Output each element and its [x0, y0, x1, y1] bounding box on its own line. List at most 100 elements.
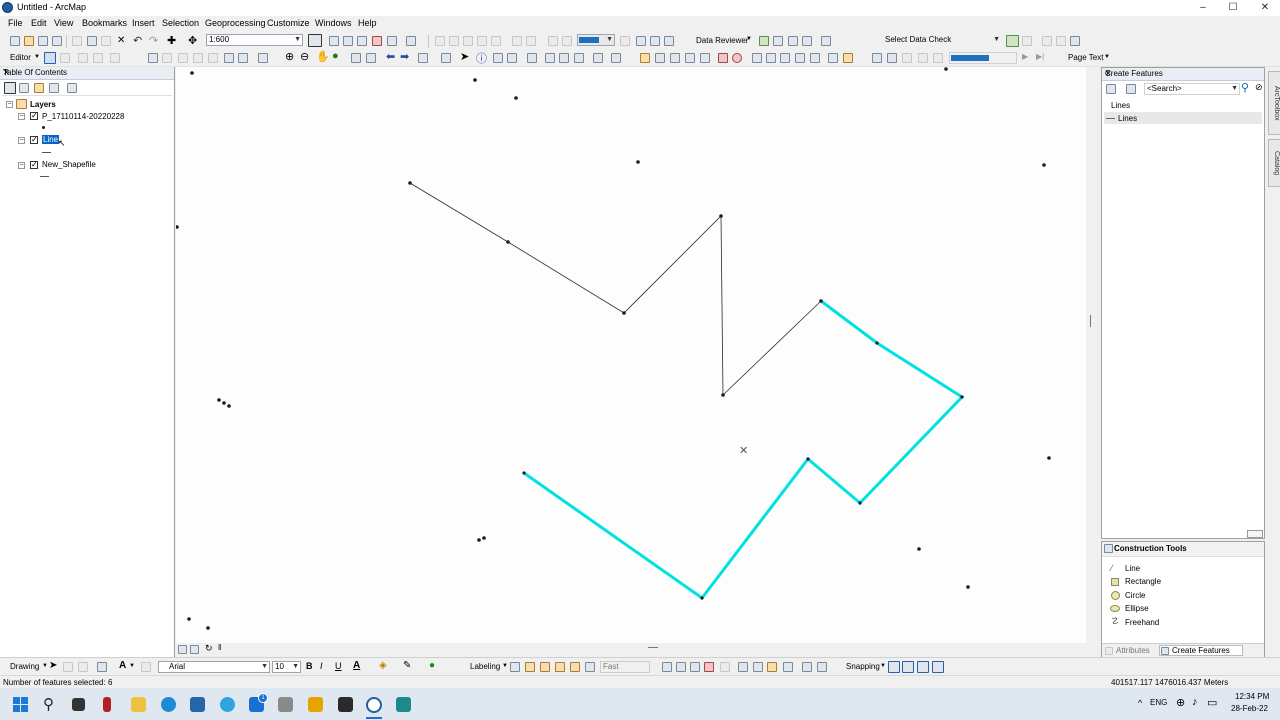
layout-zoom-combo[interactable]	[949, 52, 1017, 64]
search-icon[interactable]: ⚲	[43, 695, 54, 713]
font-size-combo[interactable]: 10 ▼	[272, 661, 301, 673]
toc-layer-new-shapefile[interactable]: New_Shapefile	[42, 160, 96, 169]
run-check-icon[interactable]	[1006, 35, 1019, 47]
find-route-icon[interactable]	[559, 53, 569, 63]
tool-line[interactable]: Line	[1125, 564, 1140, 573]
georef-tool-1-icon[interactable]	[662, 662, 672, 672]
point-feature[interactable]	[473, 78, 477, 82]
menu-windows[interactable]: Windows	[315, 18, 352, 28]
catalog-window-icon[interactable]	[357, 36, 367, 46]
underline-button[interactable]: U	[335, 661, 342, 671]
print-icon[interactable]	[52, 36, 62, 46]
geo-tool-5-icon[interactable]	[491, 36, 501, 46]
reviewer-tool-1-icon[interactable]	[759, 36, 769, 46]
point-feature[interactable]	[206, 626, 210, 630]
georef-tool-11-icon[interactable]	[817, 662, 827, 672]
language-indicator[interactable]: ENG	[1150, 698, 1167, 707]
topology-tool-13-icon[interactable]	[828, 53, 838, 63]
list-by-drawing-order-icon[interactable]	[4, 82, 16, 94]
reshape-icon[interactable]	[162, 53, 172, 63]
layout-tool-4-icon[interactable]	[918, 53, 928, 63]
rotate-element-icon[interactable]	[63, 662, 73, 672]
topology-tool-3-icon[interactable]	[670, 53, 680, 63]
split-icon[interactable]	[193, 53, 203, 63]
georef-tool-3-icon[interactable]	[690, 662, 700, 672]
topology-tool-8-icon[interactable]	[752, 53, 762, 63]
full-extent-icon[interactable]: ●	[332, 50, 339, 62]
clear-selection-icon[interactable]	[441, 53, 451, 63]
identify-icon[interactable]	[329, 36, 339, 46]
clock-date[interactable]: 28-Feb-22	[1231, 704, 1268, 713]
map-canvas[interactable]: ✕	[175, 67, 1086, 643]
topology-tool-12-icon[interactable]	[810, 53, 820, 63]
georef-tool-5-icon[interactable]	[720, 662, 730, 672]
drawing-menu-button[interactable]: Drawing	[10, 662, 39, 671]
telegram-icon[interactable]	[220, 697, 235, 712]
editor-menu-button[interactable]: Editor	[10, 53, 31, 62]
toc-options-icon[interactable]	[67, 83, 77, 93]
layer-visibility-checkbox[interactable]: ✓	[30, 136, 38, 144]
geo-tool-10-icon[interactable]	[620, 36, 630, 46]
geo-tool-1-icon[interactable]	[435, 36, 445, 46]
html-popup-icon[interactable]	[507, 53, 517, 63]
map-scale-combo[interactable]: 1:600 ▼	[206, 34, 303, 46]
layer-collapse-icon[interactable]: −	[18, 162, 25, 169]
cut-icon[interactable]	[72, 36, 82, 46]
topology-tool-9-icon[interactable]	[766, 53, 776, 63]
copy-icon[interactable]	[87, 36, 97, 46]
edge-snapping-icon[interactable]	[932, 661, 944, 673]
fixed-zoom-in-icon[interactable]	[351, 53, 361, 63]
topology-tool-2-icon[interactable]	[655, 53, 665, 63]
label-quality-combo[interactable]: Fast	[600, 661, 650, 673]
layout-tool-3-icon[interactable]	[902, 53, 912, 63]
panel-layout-toggle-icon[interactable]	[1247, 530, 1263, 538]
menu-help[interactable]: Help	[358, 18, 377, 28]
network-globe-icon[interactable]: ⊕	[1176, 696, 1185, 709]
add-data-icon[interactable]: ✚	[167, 34, 176, 47]
menu-bookmarks[interactable]: Bookmarks	[82, 18, 127, 28]
point-feature[interactable]	[636, 160, 640, 164]
geo-tool-12-icon[interactable]	[650, 36, 660, 46]
georef-tool-4-icon[interactable]	[704, 662, 714, 672]
save-icon[interactable]	[38, 36, 48, 46]
georef-tool-9-icon[interactable]	[783, 662, 793, 672]
select-features-icon[interactable]	[418, 53, 428, 63]
redo-icon[interactable]: ↷	[149, 34, 158, 47]
reviewer-tool-6-icon[interactable]	[1022, 36, 1032, 46]
select-elements-icon[interactable]: ➤	[460, 50, 469, 63]
volume-icon[interactable]: ♪	[1192, 696, 1198, 708]
toc-layer-line[interactable]: Line	[42, 135, 60, 144]
maximize-button[interactable]: ☐	[1220, 0, 1246, 16]
task-view-icon[interactable]	[72, 698, 85, 711]
tab-catalog[interactable]: Catalog	[1268, 139, 1280, 187]
topology-tool-11-icon[interactable]	[795, 53, 805, 63]
arccatalog-taskbar-icon[interactable]	[396, 697, 411, 712]
reviewer-tool-8-icon[interactable]	[1056, 36, 1066, 46]
point-feature[interactable]	[227, 404, 231, 408]
reviewer-tool-3-icon[interactable]	[788, 36, 798, 46]
point-feature[interactable]	[477, 538, 481, 542]
battery-icon[interactable]: ▭	[1207, 696, 1217, 709]
delete-icon[interactable]: ✕	[117, 35, 125, 46]
point-feature[interactable]	[217, 398, 221, 402]
edge-browser-icon[interactable]	[161, 697, 176, 712]
data-view-icon[interactable]	[178, 645, 187, 654]
layout-play-icon[interactable]: ▶	[1022, 52, 1028, 61]
geo-tool-2-icon[interactable]	[449, 36, 459, 46]
show-hidden-icons-icon[interactable]: ^	[1138, 698, 1142, 708]
layer-collapse-icon[interactable]: −	[18, 137, 25, 144]
topology-tool-10-icon[interactable]	[780, 53, 790, 63]
topology-tool-6-icon[interactable]	[718, 53, 728, 63]
italic-button[interactable]: I	[320, 661, 323, 671]
minimize-button[interactable]: –	[1190, 0, 1216, 16]
app-red-icon[interactable]	[103, 697, 111, 712]
measure-icon[interactable]	[527, 53, 537, 63]
find-icon[interactable]	[545, 53, 555, 63]
calculator-icon[interactable]	[278, 697, 293, 712]
marker-color-icon[interactable]: ●	[429, 660, 435, 671]
geo-tool-11-icon[interactable]	[636, 36, 646, 46]
list-by-selection-icon[interactable]	[49, 83, 59, 93]
forward-arrow-icon[interactable]: ➡	[400, 50, 409, 63]
time-slider-icon[interactable]	[593, 53, 603, 63]
line-color-icon[interactable]: ✎	[403, 660, 411, 671]
